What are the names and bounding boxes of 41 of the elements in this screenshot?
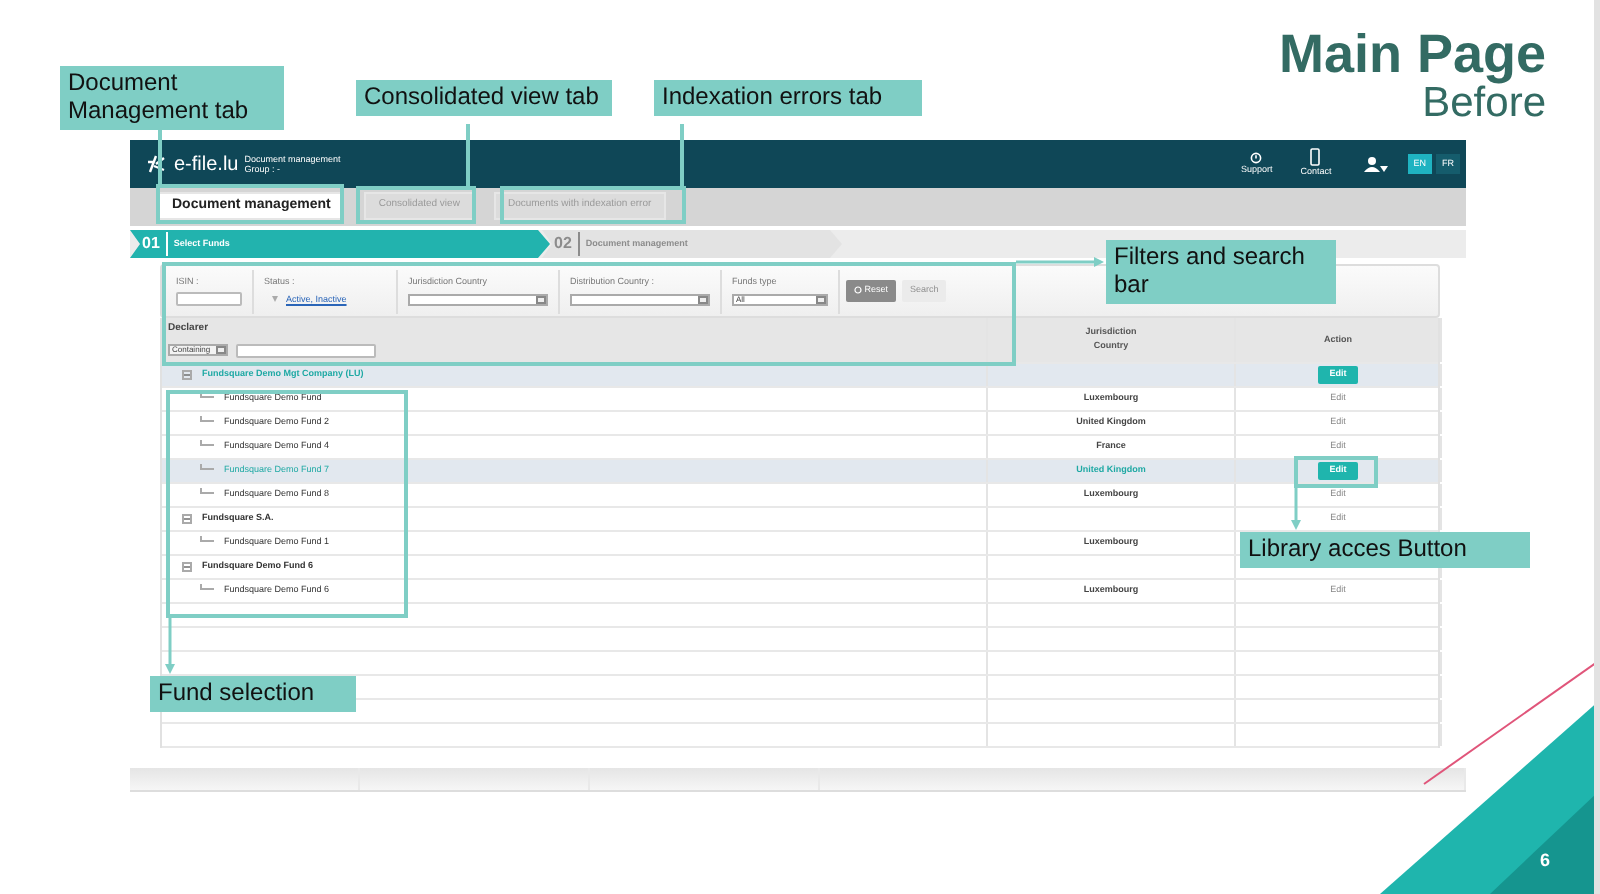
callout-label: Consolidated view tab [356,80,612,116]
leader-line [466,124,470,186]
circle-icon [1250,151,1263,164]
leader-line [158,126,162,184]
tree-connector [200,464,214,470]
minus-box-icon[interactable] [182,370,192,380]
tree-connector [200,392,214,398]
step-number: 01 [142,232,168,256]
slide-title: Main Page [1278,28,1546,82]
leader-line [1290,488,1302,530]
highlight-frame [356,186,476,224]
dropdown-field[interactable] [408,293,548,306]
tree-connector [200,440,214,446]
tree-connector [200,584,214,590]
tree-connector [200,536,214,542]
leader-line [680,124,684,186]
page-number: 6 [1539,847,1550,873]
logo-icon [146,154,166,174]
user-icon [1363,156,1380,172]
callout-label: Filters and search bar [1106,240,1336,304]
highlight-frame [1294,456,1378,488]
tree-connector [200,488,214,494]
callout-label: Fund selection [150,676,356,712]
slide-subtitle: Before [1422,82,1546,124]
leader-line [1016,256,1104,268]
brand-name: e-file.lu [174,151,239,179]
caret-icon [272,296,278,303]
input-field[interactable] [176,292,242,307]
caret-icon [1379,166,1388,172]
dropdown-field[interactable] [570,293,710,306]
callout-label: Document Management tab [60,66,284,130]
step-number: 02 [554,232,580,256]
phone-icon [1310,148,1321,167]
callout-label: Library acces Button [1240,532,1530,568]
minus-box-icon[interactable] [182,562,192,572]
reset-icon [854,285,862,294]
callout-label: Indexation errors tab [654,80,922,116]
leader-line [164,618,176,674]
minus-box-icon[interactable] [182,514,192,524]
input-field[interactable] [236,343,376,358]
tree-connector [200,416,214,422]
